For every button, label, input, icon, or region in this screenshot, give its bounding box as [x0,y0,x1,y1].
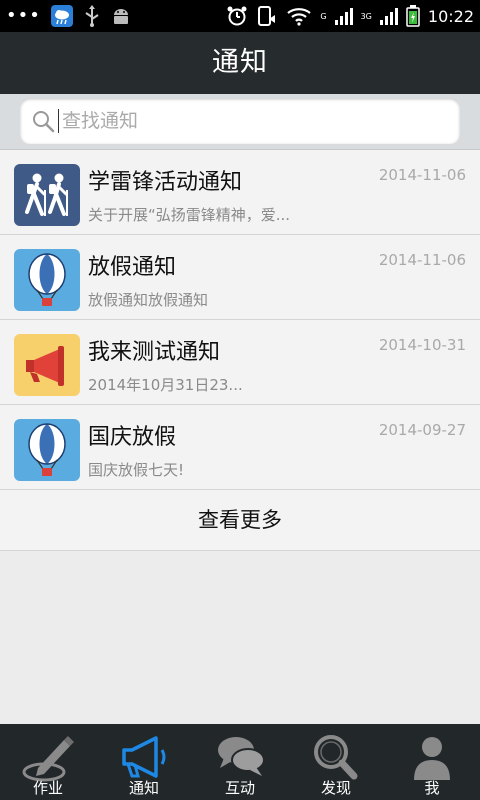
notification-title: 我来测试通知 [88,340,221,365]
notification-date: 2014-09-27 [378,421,466,439]
notification-date: 2014-10-31 [378,336,466,354]
text-cursor [58,109,59,133]
tab-label: 互动 [224,779,255,797]
chat-bubbles-icon [218,737,265,776]
search-bar [0,94,480,150]
notification-title: 国庆放假 [88,425,177,450]
more-dots-icon: ••• [6,5,41,26]
title-bar: 通知 [0,32,480,94]
usb-icon [85,5,99,27]
tab-label: 发现 [320,779,351,797]
tab-label: 作业 [32,779,63,797]
notification-list: 学雷锋活动通知 2014-11-06 关于开展“弘扬雷锋精神，爱... 放假通知… [0,150,480,551]
signal-icon [334,8,353,25]
load-more-button[interactable]: 查看更多 [0,490,480,551]
notification-summary: 2014年10月31日23... [88,376,243,394]
notification-title: 学雷锋活动通知 [88,170,243,195]
alarm-clock-icon [227,6,247,26]
wifi-icon [287,8,312,26]
network-type-label: 3G [360,11,372,21]
notification-item[interactable]: 国庆放假 2014-09-27 国庆放假七天! [0,405,480,490]
person-icon [414,737,450,780]
bottom-nav: 作业 通知 互动 发现 我 [0,724,480,800]
notification-summary: 关于开展“弘扬雷锋精神，爱... [88,206,291,224]
page-title: 通知 [212,47,268,78]
notification-date: 2014-11-06 [378,166,466,184]
notification-item[interactable]: 放假通知 2014-11-06 放假通知放假通知 [0,235,480,320]
search-box[interactable] [20,98,460,144]
search-icon [33,111,55,133]
notification-summary: 放假通知放假通知 [88,291,209,309]
tab-label: 我 [424,779,440,797]
tab-label: 通知 [128,779,159,797]
notification-summary: 国庆放假七天! [88,461,185,479]
notification-item[interactable]: 我来测试通知 2014-10-31 2014年10月31日23... [0,320,480,405]
phone-sync-icon [258,6,276,26]
balloon-icon [14,249,80,311]
network-type-label: G [320,11,327,21]
magnifier-icon [314,735,358,780]
tab-interact[interactable]: 互动 [192,724,288,800]
tab-me[interactable]: 我 [384,724,480,800]
status-time: 10:22 [427,6,474,26]
megaphone-icon [14,334,80,396]
pencil-icon [22,736,74,782]
signal-icon [379,8,398,25]
tab-discover[interactable]: 发现 [288,724,384,800]
notification-item[interactable]: 学雷锋活动通知 2014-11-06 关于开展“弘扬雷锋精神，爱... [0,150,480,235]
tab-notifications[interactable]: 通知 [96,724,192,800]
notification-date: 2014-11-06 [378,251,466,269]
tab-homework[interactable]: 作业 [0,724,96,800]
search-input[interactable] [62,98,442,144]
hikers-icon [14,164,80,226]
weather-app-icon [50,5,73,27]
android-icon [113,9,128,24]
notification-title: 放假通知 [88,255,177,280]
megaphone-icon [122,736,166,778]
battery-charging-icon [406,5,420,27]
balloon-icon [14,419,80,481]
status-bar: ••• G 3G 10:22 [0,0,480,32]
